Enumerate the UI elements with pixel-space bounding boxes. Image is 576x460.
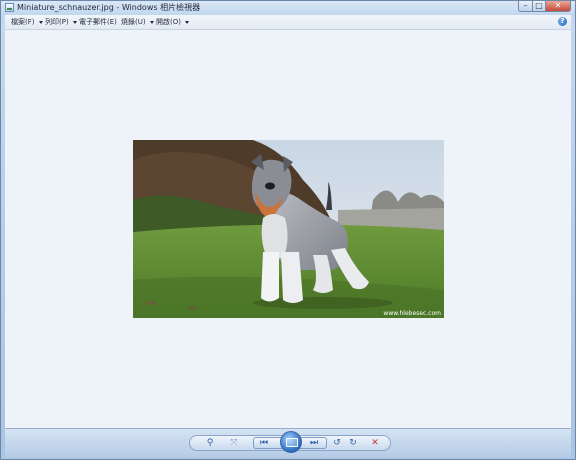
image-viewing-area[interactable]: www.hlebesec.com bbox=[5, 30, 571, 428]
menu-email[interactable]: 電子郵件(E) bbox=[79, 17, 117, 27]
photo-viewer-app-icon bbox=[5, 3, 14, 12]
magnifier-icon[interactable]: ⚲ bbox=[201, 437, 219, 449]
previous-icon[interactable]: ⏮ bbox=[257, 437, 271, 449]
menu-open[interactable]: 開啟(O) bbox=[156, 17, 189, 27]
minimize-button[interactable]: – bbox=[518, 1, 533, 12]
bottom-toolbar: ⚲ ⤧ ⏮ ⏭ ↺ ↻ ✕ bbox=[5, 428, 571, 458]
menu-print[interactable]: 列印(P) bbox=[45, 17, 77, 27]
photo-viewer-window: Miniature_schnauzer.jpg - Windows 相片檢視器 … bbox=[0, 0, 576, 460]
menu-print-label: 列印(P) bbox=[45, 18, 69, 26]
chevron-down-icon bbox=[184, 20, 189, 24]
schnauzer-photo[interactable]: www.hlebesec.com bbox=[133, 140, 444, 318]
slideshow-button[interactable] bbox=[280, 431, 302, 453]
menu-file[interactable]: 檔案(F) bbox=[11, 17, 43, 27]
help-icon[interactable]: ? bbox=[558, 17, 567, 26]
menu-file-label: 檔案(F) bbox=[11, 18, 35, 26]
menu-open-label: 開啟(O) bbox=[156, 18, 181, 26]
chevron-down-icon bbox=[38, 20, 43, 24]
rotate-clockwise-icon[interactable]: ↻ bbox=[347, 437, 359, 449]
actual-size-icon[interactable]: ⤧ bbox=[227, 437, 241, 449]
window-controls: – □ ✕ bbox=[518, 1, 571, 12]
delete-icon[interactable]: ✕ bbox=[369, 437, 381, 449]
chevron-down-icon bbox=[72, 20, 77, 24]
menu-burn[interactable]: 燒錄(U) bbox=[121, 17, 154, 27]
next-icon[interactable]: ⏭ bbox=[307, 437, 321, 449]
chevron-down-icon bbox=[149, 20, 154, 24]
menu-burn-label: 燒錄(U) bbox=[121, 18, 146, 26]
menu-email-label: 電子郵件(E) bbox=[79, 18, 117, 26]
rotate-counterclockwise-icon[interactable]: ↺ bbox=[331, 437, 343, 449]
menu-bar: 檔案(F) 列印(P) 電子郵件(E) 燒錄(U) 開啟(O) ? bbox=[5, 15, 571, 30]
close-button[interactable]: ✕ bbox=[546, 1, 571, 12]
window-title: Miniature_schnauzer.jpg - Windows 相片檢視器 bbox=[17, 3, 201, 12]
title-bar[interactable]: Miniature_schnauzer.jpg - Windows 相片檢視器 … bbox=[1, 1, 575, 15]
maximize-button[interactable]: □ bbox=[533, 1, 546, 12]
photo-watermark: www.hlebesec.com bbox=[383, 310, 441, 317]
schnauzer-photo-image bbox=[133, 140, 444, 318]
